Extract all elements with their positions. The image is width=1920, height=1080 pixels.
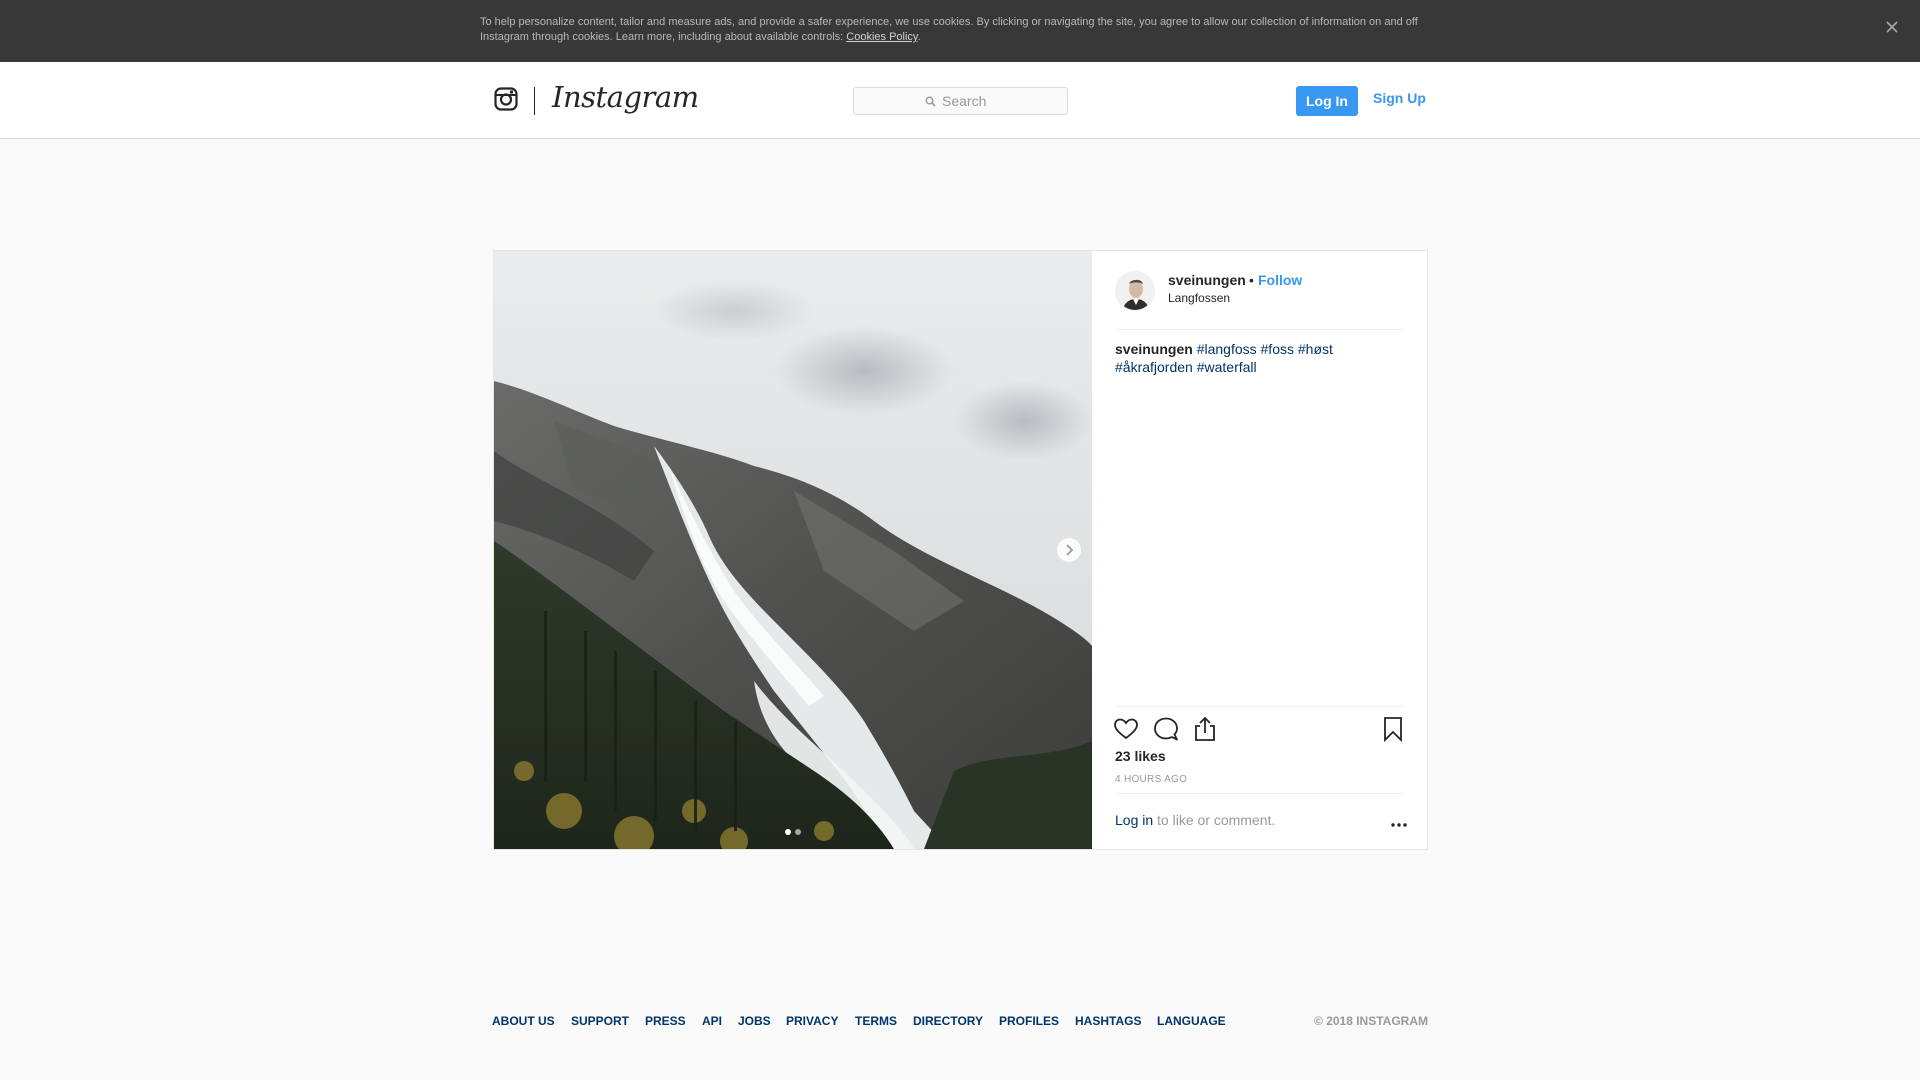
likes-count[interactable]: 23 likes bbox=[1115, 748, 1166, 764]
carousel-dot bbox=[795, 829, 801, 835]
post-location[interactable]: Langfossen bbox=[1168, 291, 1230, 305]
signup-link[interactable]: Sign Up bbox=[1373, 90, 1426, 106]
carousel-dot-active bbox=[785, 829, 791, 835]
post-photo[interactable] bbox=[494, 251, 1092, 849]
search-box[interactable] bbox=[853, 87, 1068, 115]
footer-link-language[interactable]: LANGUAGE bbox=[1157, 1014, 1226, 1028]
caption-username[interactable]: sveinungen bbox=[1115, 341, 1193, 357]
comment-icon[interactable] bbox=[1152, 715, 1180, 743]
post-username[interactable]: sveinungen bbox=[1168, 272, 1246, 288]
divider bbox=[1115, 706, 1403, 707]
cookie-banner-text: To help personalize content, tailor and … bbox=[480, 15, 1430, 45]
hashtag-link[interactable]: #høst bbox=[1298, 341, 1333, 357]
hashtag-link[interactable]: #foss bbox=[1261, 341, 1294, 357]
camera-icon[interactable] bbox=[494, 87, 518, 111]
footer-link-api[interactable]: API bbox=[702, 1014, 722, 1028]
login-link[interactable]: Log in bbox=[1115, 812, 1153, 828]
heart-icon[interactable] bbox=[1112, 715, 1140, 743]
top-nav: Instagram Log In Sign Up bbox=[0, 62, 1920, 139]
follow-button[interactable]: Follow bbox=[1258, 272, 1302, 288]
footer-link-terms[interactable]: TERMS bbox=[855, 1014, 897, 1028]
post-timestamp[interactable]: 4 HOURS AGO bbox=[1115, 774, 1187, 785]
bookmark-icon[interactable] bbox=[1379, 715, 1407, 743]
share-icon[interactable] bbox=[1191, 715, 1219, 743]
footer-link-press[interactable]: PRESS bbox=[645, 1014, 686, 1028]
header-separator: • bbox=[1249, 272, 1254, 288]
login-prompt: Log in to like or comment. bbox=[1115, 812, 1275, 828]
divider bbox=[1115, 329, 1403, 330]
divider bbox=[1115, 793, 1403, 794]
footer-link-hashtags[interactable]: HASHTAGS bbox=[1075, 1014, 1141, 1028]
footer-link-privacy[interactable]: PRIVACY bbox=[786, 1014, 838, 1028]
hashtag-link[interactable]: #waterfall bbox=[1197, 359, 1257, 375]
footer-link-support[interactable]: SUPPORT bbox=[571, 1014, 629, 1028]
post-card: sveinungen • Follow Langfossen sveinunge… bbox=[493, 250, 1428, 850]
footer-link-about-us[interactable]: ABOUT US bbox=[492, 1014, 555, 1028]
hashtag-link[interactable]: #åkrafjorden bbox=[1115, 359, 1193, 375]
hashtag-link[interactable]: #langfoss bbox=[1197, 341, 1257, 357]
post-details: sveinungen • Follow Langfossen sveinunge… bbox=[1092, 251, 1427, 849]
more-icon[interactable] bbox=[1388, 817, 1410, 827]
close-icon[interactable] bbox=[1880, 15, 1904, 39]
login-prompt-text: to like or comment. bbox=[1153, 812, 1276, 828]
nav-divider bbox=[534, 87, 535, 115]
cookie-banner-message: To help personalize content, tailor and … bbox=[480, 16, 1418, 43]
footer-link-profiles[interactable]: PROFILES bbox=[999, 1014, 1059, 1028]
cookie-banner: To help personalize content, tailor and … bbox=[0, 0, 1920, 62]
search-input[interactable] bbox=[942, 92, 1062, 110]
search-icon bbox=[925, 96, 936, 107]
footer-link-jobs[interactable]: JOBS bbox=[738, 1014, 771, 1028]
copyright: © 2018 INSTAGRAM bbox=[1314, 1014, 1428, 1028]
cookie-banner-suffix: . bbox=[917, 31, 921, 43]
chevron-right-icon[interactable] bbox=[1057, 538, 1081, 562]
login-button[interactable]: Log In bbox=[1296, 86, 1358, 116]
avatar[interactable] bbox=[1115, 271, 1155, 311]
cookies-policy-link[interactable]: Cookies Policy bbox=[846, 31, 917, 43]
post-caption: sveinungen #langfoss #foss #høst #åkrafj… bbox=[1115, 340, 1405, 376]
instagram-wordmark[interactable]: Instagram bbox=[552, 80, 699, 114]
footer-link-directory[interactable]: DIRECTORY bbox=[913, 1014, 983, 1028]
